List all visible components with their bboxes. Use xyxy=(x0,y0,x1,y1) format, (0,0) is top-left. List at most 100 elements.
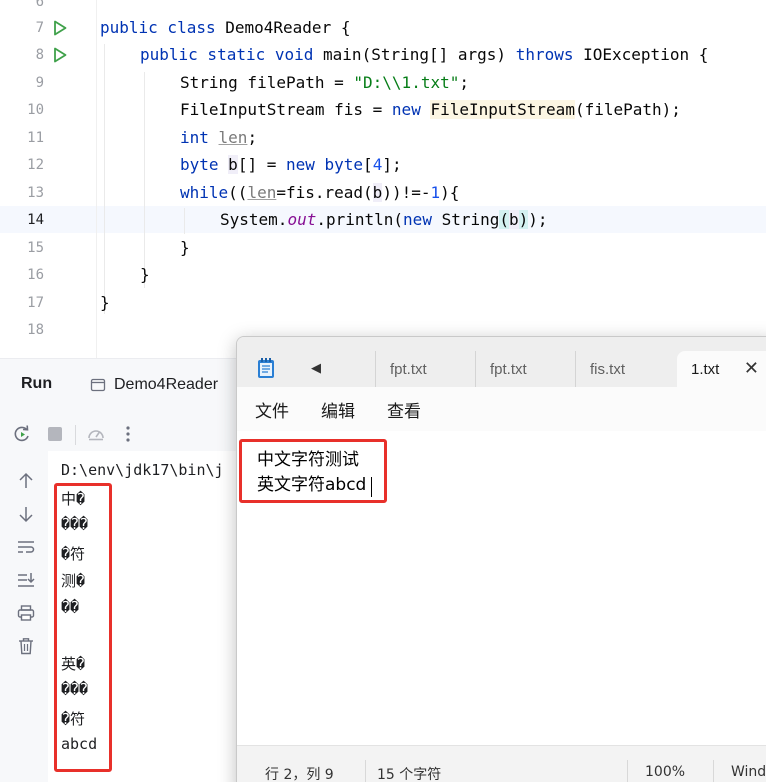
variable-b: b xyxy=(228,155,238,174)
notepad-content-highlight-box xyxy=(239,439,387,503)
variable-len: len xyxy=(218,128,248,147)
number-literal: 4 xyxy=(372,155,383,174)
tab-label: fpt.txt xyxy=(490,360,527,378)
notepad-tab[interactable]: fis.txt xyxy=(575,351,675,387)
code-line-11: int len; xyxy=(180,127,257,149)
keyword: new xyxy=(391,100,431,119)
run-main-icon[interactable] xyxy=(53,47,67,63)
indent-guide xyxy=(184,208,185,234)
line-ending[interactable]: Wind xyxy=(731,764,766,780)
code-text: [] = xyxy=(237,155,286,174)
notepad-statusbar: 行 2，列 9 15 个字符 100% Wind xyxy=(237,745,766,782)
keyword: int xyxy=(180,128,219,147)
code-text: (( xyxy=(228,183,248,202)
notepad-tab[interactable]: fpt.txt xyxy=(375,351,475,387)
variable-len: len xyxy=(247,183,277,202)
tab-label: 1.txt xyxy=(691,360,720,378)
code-text: [ xyxy=(363,155,373,174)
code-editor[interactable]: 6 7 8 9 10 11 12 13 14 15 16 17 18 publi… xyxy=(0,0,766,358)
close-tab-button[interactable]: ✕ xyxy=(744,360,759,378)
code-text: ]; xyxy=(382,155,402,174)
code-text: ){ xyxy=(440,183,460,202)
profiler-button[interactable] xyxy=(84,422,108,446)
soft-wrap-button[interactable] xyxy=(14,535,38,559)
string-literal: "D:\\1.txt" xyxy=(353,73,460,92)
keyword: byte xyxy=(324,155,364,174)
scroll-to-end-button[interactable] xyxy=(14,568,38,592)
code-line-12: byte b[] = new byte[4]; xyxy=(180,154,402,176)
class-name: Demo4Reader { xyxy=(225,18,351,37)
constructor-highlight: FileInputStream xyxy=(430,100,575,119)
zoom-level[interactable]: 100% xyxy=(645,764,685,780)
menu-file[interactable]: 文件 xyxy=(255,397,289,422)
code-line-9: String filePath = "D:\\1.txt"; xyxy=(180,72,469,94)
code-text: .println( xyxy=(316,210,404,229)
indent-guide xyxy=(144,72,145,288)
line-number: 15 xyxy=(27,240,44,256)
gauge-icon xyxy=(88,430,104,441)
keyword: while xyxy=(180,183,229,202)
scroll-up-button[interactable] xyxy=(14,469,38,493)
stop-button[interactable] xyxy=(43,422,67,446)
code-text: IOException { xyxy=(583,45,709,64)
print-button[interactable] xyxy=(14,601,38,625)
console-side-toolbar xyxy=(0,459,48,782)
toolbar-separator xyxy=(75,425,76,445)
keyword: public class xyxy=(100,18,226,37)
trash-icon xyxy=(19,638,33,655)
scroll-tabs-left-button[interactable]: ◀ xyxy=(311,361,321,376)
soft-wrap-icon xyxy=(18,541,35,553)
code-text: main(String[] args) xyxy=(323,45,516,64)
more-options-button[interactable] xyxy=(116,422,140,446)
arrow-down-icon xyxy=(19,507,33,523)
menu-view[interactable]: 查看 xyxy=(387,397,421,422)
line-number: 7 xyxy=(35,20,44,36)
scroll-down-button[interactable] xyxy=(14,502,38,526)
notepad-tab[interactable]: fpt.txt xyxy=(475,351,575,387)
code-line-14: System.out.println(new String(b)); xyxy=(220,209,548,231)
line-number: 14 xyxy=(27,212,44,228)
more-vertical-icon xyxy=(126,426,130,442)
rerun-icon xyxy=(14,425,29,442)
console-output-highlight-box xyxy=(54,483,112,772)
code-text: ))!=- xyxy=(382,183,431,202)
status-separator xyxy=(713,760,714,782)
status-separator xyxy=(365,760,366,782)
notepad-app-icon xyxy=(258,358,274,378)
indent-guide xyxy=(104,44,105,314)
run-configuration-tab[interactable]: Demo4Reader xyxy=(90,372,218,398)
line-number: 18 xyxy=(27,322,44,338)
keyword: throws xyxy=(515,45,584,64)
printer-icon xyxy=(17,605,35,621)
code-line-8: public static void main(String[] args) t… xyxy=(140,44,708,66)
matched-paren: ) xyxy=(518,210,529,229)
clear-all-button[interactable] xyxy=(14,634,38,658)
code-text: (filePath); xyxy=(574,100,681,119)
tab-label: fpt.txt xyxy=(390,360,427,378)
line-number: 17 xyxy=(27,295,44,311)
menu-edit[interactable]: 编辑 xyxy=(321,397,355,422)
line-number: 16 xyxy=(27,267,44,283)
code-line-16: } xyxy=(140,265,150,284)
number-literal: 1 xyxy=(430,183,441,202)
code-text: ; xyxy=(247,128,258,147)
run-class-icon[interactable] xyxy=(53,20,67,36)
character-count: 15 个字符 xyxy=(377,767,442,782)
rerun-button[interactable] xyxy=(10,422,34,446)
application-icon xyxy=(90,378,106,392)
code-text: =fis.read( xyxy=(276,183,373,202)
line-number: 11 xyxy=(27,130,44,146)
variable-b: b xyxy=(509,210,519,229)
matched-paren: ( xyxy=(499,210,510,229)
code-line-15: } xyxy=(180,238,190,257)
scroll-to-end-icon xyxy=(18,573,35,587)
run-tab-label: Demo4Reader xyxy=(114,376,219,393)
line-number: 6 xyxy=(35,0,44,10)
code-line-17: } xyxy=(100,293,110,312)
console-command-line: D:\env\jdk17\bin\j xyxy=(61,461,224,479)
keyword: byte xyxy=(180,155,229,174)
cursor-position: 行 2，列 9 xyxy=(265,767,334,782)
static-field: out xyxy=(287,210,317,229)
code-text: String xyxy=(441,210,500,229)
line-number: 8 xyxy=(35,47,44,63)
